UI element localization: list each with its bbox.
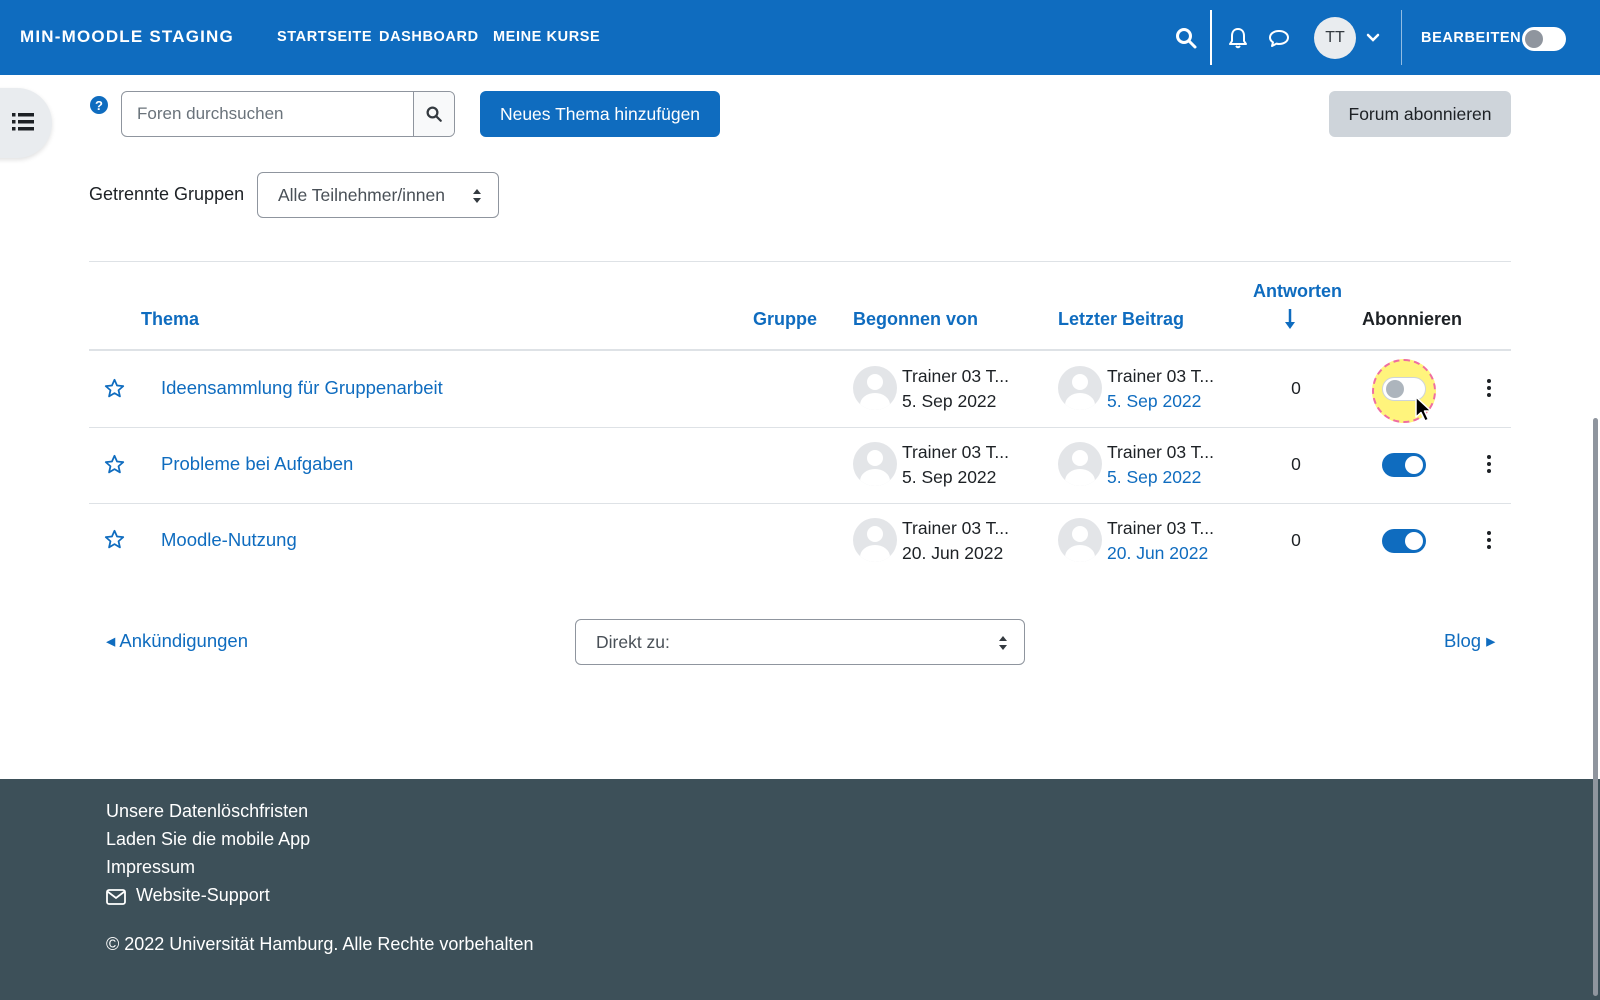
nav-link-my-courses[interactable]: MEINE KURSE <box>493 29 600 45</box>
mouse-pointer-icon <box>1415 396 1432 422</box>
avatar <box>853 518 897 562</box>
bell-icon[interactable] <box>1226 26 1250 50</box>
avatar <box>1058 518 1102 562</box>
help-icon[interactable]: ? <box>90 96 108 114</box>
topic-link[interactable]: Probleme bei Aufgaben <box>161 453 353 475</box>
column-header-topic[interactable]: Thema <box>141 309 199 330</box>
column-header-started-by[interactable]: Begonnen von <box>853 309 978 330</box>
group-mode-label: Getrennte Gruppen <box>89 184 245 204</box>
search-icon[interactable] <box>1174 26 1198 50</box>
sort-descending-icon[interactable] <box>1284 308 1296 330</box>
subscribe-toggle[interactable] <box>1382 529 1426 553</box>
site-brand[interactable]: MIN-MOODLE STAGING <box>20 27 234 47</box>
chevron-down-icon[interactable] <box>1366 33 1380 43</box>
group-select[interactable]: Alle Teilnehmer/innen <box>257 172 499 218</box>
forum-search-input[interactable] <box>122 92 415 136</box>
started-date: 5. Sep 2022 <box>902 467 997 487</box>
topic-link[interactable]: Ideensammlung für Gruppenarbeit <box>161 377 443 399</box>
group-select-value: Alle Teilnehmer/innen <box>278 185 446 205</box>
last-post-date-link[interactable]: 20. Jun 2022 <box>1107 543 1208 564</box>
avatar <box>1058 442 1102 486</box>
row-actions-menu[interactable] <box>1480 528 1498 552</box>
last-post-date-link[interactable]: 5. Sep 2022 <box>1107 467 1201 488</box>
star-icon[interactable] <box>104 529 125 550</box>
previous-activity-link[interactable]: ◂ Ankündigungen <box>106 630 248 652</box>
edit-mode-toggle[interactable] <box>1522 27 1566 51</box>
toggle-knob <box>1405 532 1423 550</box>
subscribe-forum-button[interactable]: Forum abonnieren <box>1329 91 1511 137</box>
star-icon[interactable] <box>104 378 125 399</box>
topic-link[interactable]: Moodle-Nutzung <box>161 529 297 551</box>
subscribe-toggle[interactable] <box>1382 453 1426 477</box>
avatar <box>853 366 897 410</box>
toggle-knob <box>1386 380 1404 398</box>
top-navbar: MIN-MOODLE STAGING STARTSEITE DASHBOARD … <box>0 0 1600 75</box>
toggle-knob <box>1405 456 1423 474</box>
row-divider <box>89 503 1511 504</box>
table-header-divider <box>89 349 1511 351</box>
started-date: 20. Jun 2022 <box>902 543 1004 563</box>
edit-mode-label: BEARBEITEN <box>1421 30 1522 46</box>
reply-count: 0 <box>1291 378 1301 398</box>
last-post-date-link[interactable]: 5. Sep 2022 <box>1107 391 1201 412</box>
row-actions-menu[interactable] <box>1480 452 1498 476</box>
copyright-text: © 2022 Universität Hamburg. Alle Rechte … <box>106 934 534 954</box>
reply-count: 0 <box>1291 454 1301 474</box>
course-index-toggle[interactable] <box>0 88 52 158</box>
last-post-author: Trainer 03 T... <box>1107 366 1214 386</box>
reply-count: 0 <box>1291 530 1301 550</box>
envelope-icon <box>106 889 126 905</box>
nav-link-home[interactable]: STARTSEITE <box>277 29 372 45</box>
footer-link-support[interactable]: Website-Support <box>136 885 270 906</box>
forum-search <box>121 91 455 137</box>
select-arrows-icon <box>999 636 1007 650</box>
page-footer: Unsere Datenlöschfristen Laden Sie die m… <box>0 779 1600 1000</box>
footer-link-imprint[interactable]: Impressum <box>106 857 195 878</box>
user-avatar-button[interactable]: TT <box>1314 17 1356 59</box>
column-header-subscribe: Abonnieren <box>1362 309 1463 329</box>
chat-icon[interactable] <box>1267 26 1291 50</box>
list-icon <box>12 113 34 131</box>
next-activity-link[interactable]: Blog ▸ <box>1444 630 1495 652</box>
started-date: 5. Sep 2022 <box>902 391 997 411</box>
column-header-group[interactable]: Gruppe <box>753 309 817 330</box>
last-post-author: Trainer 03 T... <box>1107 442 1214 462</box>
star-icon[interactable] <box>104 454 125 475</box>
row-actions-menu[interactable] <box>1480 376 1498 400</box>
add-topic-button[interactable]: Neues Thema hinzufügen <box>480 91 720 137</box>
page-scrollbar[interactable] <box>1593 418 1598 996</box>
avatar <box>853 442 897 486</box>
started-by-name: Trainer 03 T... <box>902 518 1009 538</box>
row-divider <box>89 427 1511 428</box>
table-divider <box>89 261 1511 262</box>
started-by-name: Trainer 03 T... <box>902 366 1009 386</box>
avatar <box>1058 366 1102 410</box>
select-arrows-icon <box>473 189 481 203</box>
footer-link-data-retention[interactable]: Unsere Datenlöschfristen <box>106 801 308 822</box>
navbar-divider <box>1401 10 1402 65</box>
jump-to-select[interactable]: Direkt zu: <box>575 619 1025 665</box>
search-icon <box>426 106 442 122</box>
column-header-last-post[interactable]: Letzter Beitrag <box>1058 309 1184 330</box>
search-submit-button[interactable] <box>413 92 454 136</box>
started-by-name: Trainer 03 T... <box>902 442 1009 462</box>
navbar-divider <box>1210 10 1212 65</box>
nav-link-dashboard[interactable]: DASHBOARD <box>379 29 479 45</box>
jump-to-select-value: Direkt zu: <box>596 632 670 652</box>
toggle-knob <box>1525 30 1543 48</box>
column-header-replies[interactable]: Antworten <box>1253 281 1342 302</box>
footer-link-mobile-app[interactable]: Laden Sie die mobile App <box>106 829 310 850</box>
last-post-author: Trainer 03 T... <box>1107 518 1214 538</box>
